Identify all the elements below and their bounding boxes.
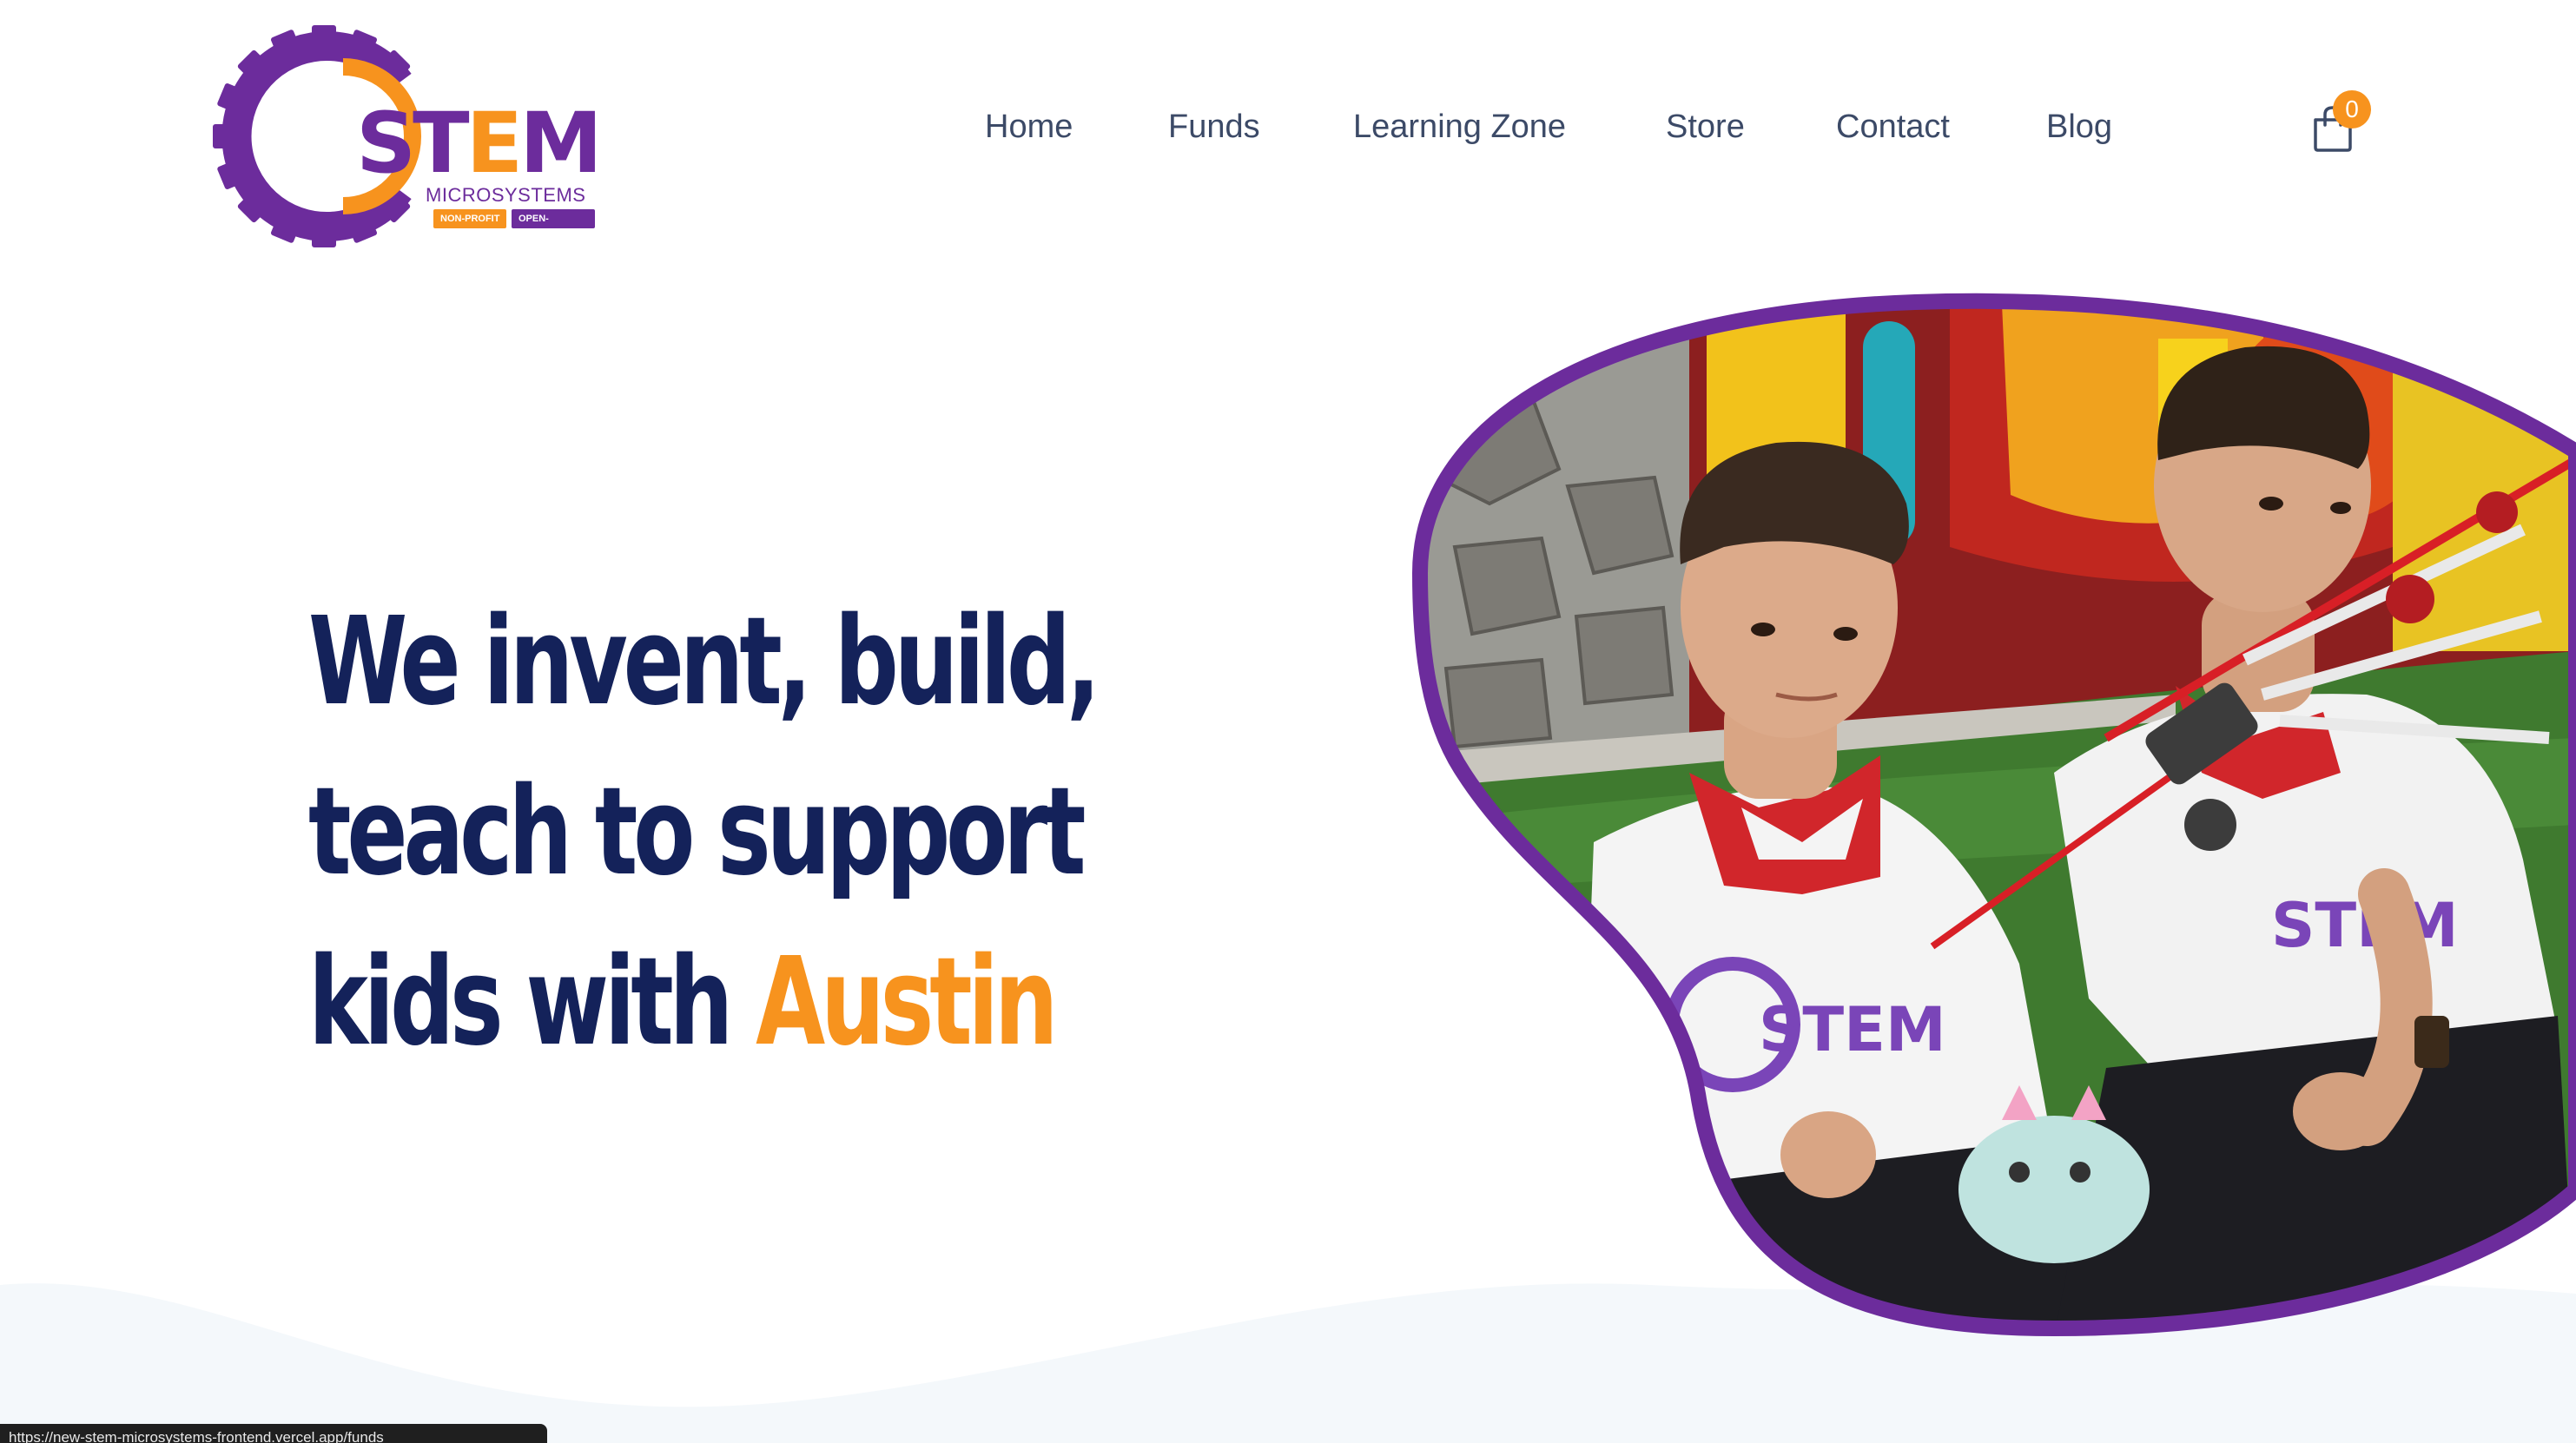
svg-text:STEM: STEM (1759, 994, 1946, 1065)
hero-line-1: We invent, build, (308, 591, 1100, 733)
logo-wordmark: STEM (356, 95, 603, 192)
nav-item-blog[interactable]: Blog (2046, 102, 2112, 151)
hero-image: STEM STEM (1411, 293, 2576, 1337)
page: STEM MICROSYSTEMS NON-PROFIT OPEN-SOURCE… (0, 0, 2576, 1443)
logo-subtitle: MICROSYSTEMS (426, 184, 586, 206)
cart-count-badge: 0 (2333, 90, 2371, 128)
brand-logo[interactable]: STEM MICROSYSTEMS NON-PROFIT OPEN-SOURCE (213, 22, 603, 252)
hero-headline: We invent, build, teach to support kids … (308, 577, 1177, 1088)
nav-item-funds[interactable]: Funds (1168, 102, 1260, 151)
hero-line-3: kids with Austin (308, 932, 1059, 1073)
nonprofit-badge: NON-PROFIT (433, 209, 507, 228)
opensource-badge: OPEN-SOURCE (512, 209, 595, 243)
nav-item-learning-zone[interactable]: Learning Zone (1353, 102, 1566, 151)
cart-button[interactable]: 0 (2310, 87, 2380, 156)
nav-item-home[interactable]: Home (985, 102, 1073, 151)
hero-highlight-word: Austin (756, 932, 1058, 1073)
status-bar-url: https://new-stem-microsystems-frontend.v… (0, 1424, 547, 1443)
nav-item-store[interactable]: Store (1666, 102, 1745, 151)
hero-line-2: teach to support (308, 761, 1087, 903)
nav-item-contact[interactable]: Contact (1836, 102, 1950, 151)
